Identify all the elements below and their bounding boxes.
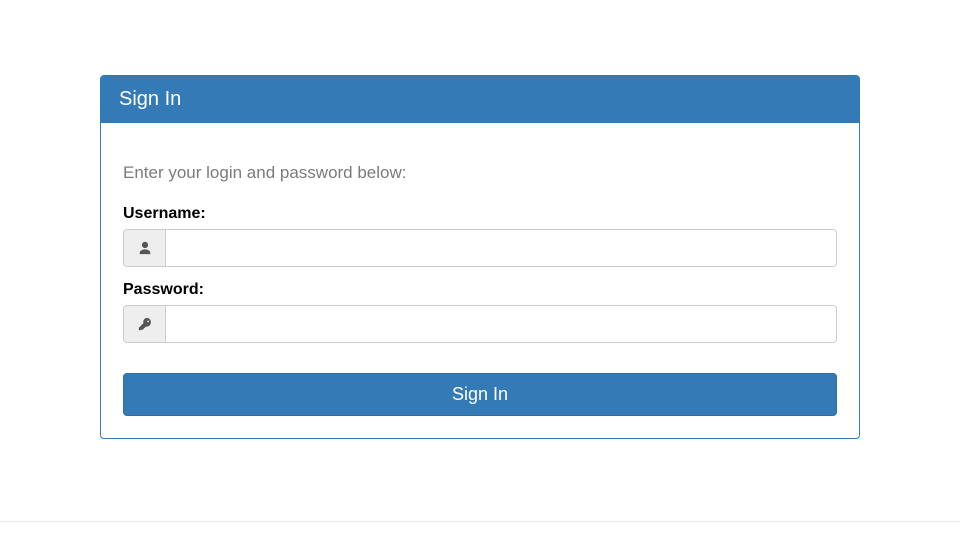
password-input-group bbox=[123, 305, 837, 343]
user-icon bbox=[123, 229, 165, 267]
password-field[interactable] bbox=[165, 305, 837, 343]
username-field[interactable] bbox=[165, 229, 837, 267]
panel-heading: Sign In bbox=[101, 76, 859, 123]
sign-in-button[interactable]: Sign In bbox=[123, 373, 837, 416]
panel-body: Enter your login and password below: Use… bbox=[101, 123, 859, 438]
sign-in-panel: Sign In Enter your login and password be… bbox=[100, 75, 860, 439]
username-label: Username: bbox=[123, 205, 837, 223]
instructions-text: Enter your login and password below: bbox=[123, 163, 837, 183]
key-icon bbox=[123, 305, 165, 343]
footer-divider bbox=[0, 521, 960, 522]
password-label: Password: bbox=[123, 281, 837, 299]
username-input-group bbox=[123, 229, 837, 267]
